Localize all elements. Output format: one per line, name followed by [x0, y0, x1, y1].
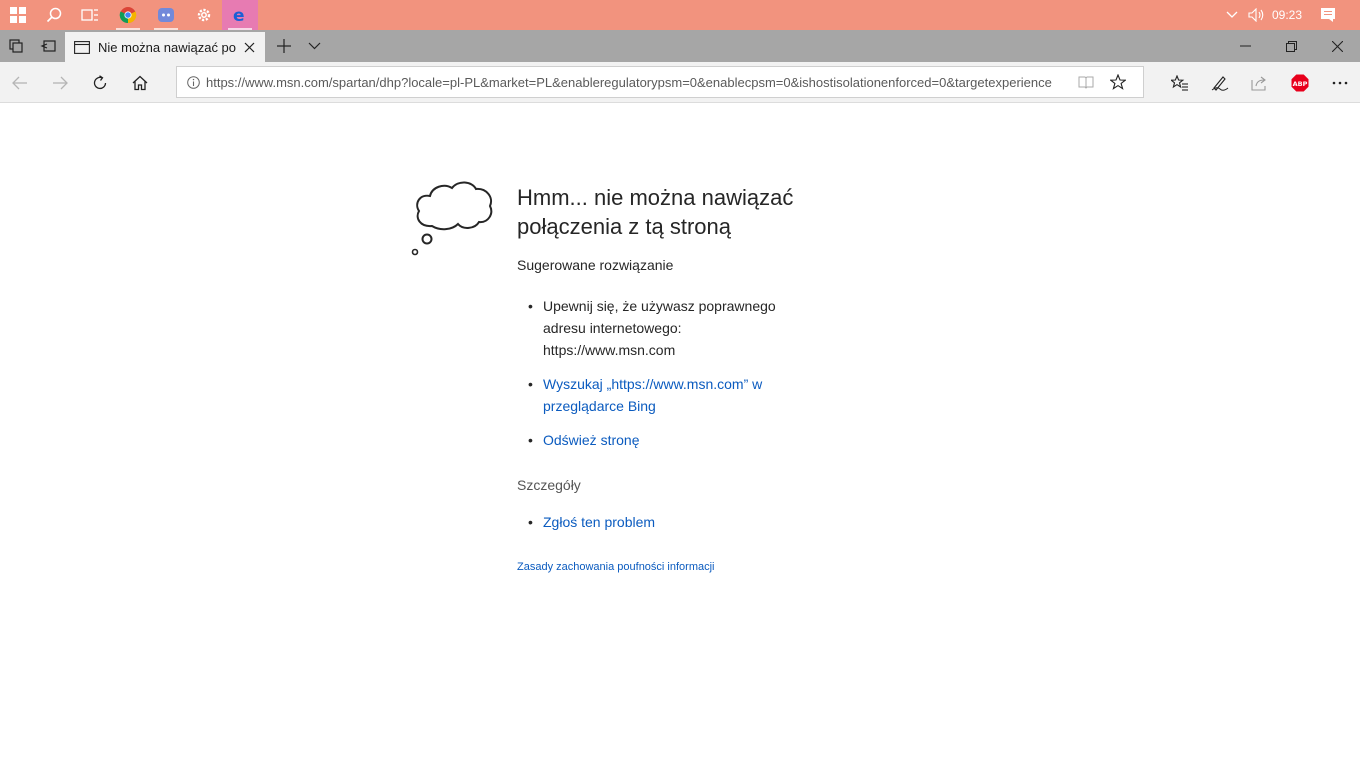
tab-preview-chevron-icon[interactable] — [298, 30, 330, 62]
web-note-pen-icon[interactable] — [1200, 62, 1240, 103]
forward-icon[interactable] — [40, 62, 80, 103]
list-item: Zgłoś ten problem — [517, 511, 837, 533]
nav-bar: https://www.msn.com/spartan/dhp?locale=p… — [0, 62, 1360, 103]
set-aside-tabs-icon[interactable] — [32, 30, 64, 62]
system-tray: 09:23 — [1226, 0, 1360, 30]
page-icon — [74, 40, 90, 54]
bing-search-link-line2[interactable]: przeglądarce Bing — [543, 398, 656, 414]
chevron-up-icon[interactable] — [1226, 11, 1238, 19]
refresh-icon[interactable] — [80, 62, 120, 103]
suggested-solution-label: Sugerowane rozwiązanie — [517, 257, 674, 273]
windows-start-icon[interactable] — [0, 0, 36, 30]
new-tab-icon[interactable] — [268, 30, 300, 62]
page-title-line1: Hmm... nie można nawiązać — [517, 185, 794, 210]
page-title: Hmm... nie można nawiązać połączenia z t… — [517, 183, 837, 241]
notifications-icon[interactable] — [1320, 7, 1336, 23]
bing-search-link[interactable]: Wyszukaj „https://www.msn.com” w przeglą… — [543, 376, 762, 414]
search-icon[interactable] — [36, 0, 72, 30]
edge-icon[interactable]: e — [222, 0, 258, 30]
svg-text:e: e — [233, 6, 245, 24]
refresh-page-link[interactable]: Odśwież stronę — [543, 432, 639, 448]
suggestions-list: Upewnij się, że używasz poprawnego adres… — [517, 295, 837, 451]
error-message: Hmm... nie można nawiązać połączenia z t… — [517, 183, 837, 575]
volume-icon[interactable] — [1248, 8, 1266, 22]
reading-view-icon[interactable] — [1078, 75, 1094, 89]
home-icon[interactable] — [120, 62, 160, 103]
svg-text:ABP: ABP — [1293, 79, 1308, 87]
tab-title: Nie można nawiązać po — [98, 39, 236, 55]
details-list: Zgłoś ten problem — [517, 511, 837, 533]
tab-strip: Nie można nawiązać po — [0, 30, 1360, 62]
address-url[interactable]: https://www.msn.com/spartan/dhp?locale=p… — [206, 75, 1068, 90]
taskbar: e 09:23 — [0, 0, 1360, 30]
chrome-icon[interactable] — [110, 0, 146, 30]
error-page: Hmm... nie można nawiązać połączenia z t… — [0, 103, 1360, 768]
info-icon[interactable] — [187, 75, 200, 89]
minimize-icon[interactable] — [1222, 30, 1268, 62]
tab-sets-icon[interactable] — [0, 30, 32, 62]
back-icon[interactable] — [0, 62, 40, 103]
close-window-icon[interactable] — [1314, 30, 1360, 62]
report-problem-link[interactable]: Zgłoś ten problem — [543, 514, 655, 530]
settings-icon[interactable] — [186, 0, 222, 30]
check-address-line2: adresu internetowego: — [543, 320, 682, 336]
privacy-link[interactable]: Zasady zachowania poufności informacji — [517, 561, 715, 573]
bing-search-link-line1[interactable]: Wyszukaj „https://www.msn.com” w — [543, 376, 762, 392]
discord-icon[interactable] — [148, 0, 184, 30]
list-item: Upewnij się, że używasz poprawnego adres… — [517, 295, 837, 361]
favorite-star-icon[interactable] — [1110, 74, 1126, 90]
tab-active[interactable]: Nie można nawiązać po — [65, 32, 265, 62]
share-icon[interactable] — [1240, 62, 1280, 103]
more-options-icon[interactable] — [1320, 62, 1360, 103]
page-title-line2: połączenia z tą stroną — [517, 214, 732, 239]
close-tab-icon[interactable] — [244, 42, 255, 53]
task-view-icon[interactable] — [72, 0, 108, 30]
list-item: Odśwież stronę — [517, 429, 837, 451]
check-address-url: https://www.msn.com — [543, 342, 676, 358]
adblock-plus-icon[interactable]: ABP — [1280, 62, 1320, 103]
thought-cloud-icon — [410, 176, 494, 263]
address-bar[interactable]: https://www.msn.com/spartan/dhp?locale=p… — [176, 66, 1144, 98]
restore-icon[interactable] — [1268, 30, 1314, 62]
list-item: Wyszukaj „https://www.msn.com” w przeglą… — [517, 373, 837, 417]
check-address-line1: Upewnij się, że używasz poprawnego — [543, 298, 776, 314]
details-label[interactable]: Szczegóły — [517, 477, 837, 493]
favorites-hub-icon[interactable] — [1160, 62, 1200, 103]
clock[interactable]: 09:23 — [1272, 8, 1302, 22]
